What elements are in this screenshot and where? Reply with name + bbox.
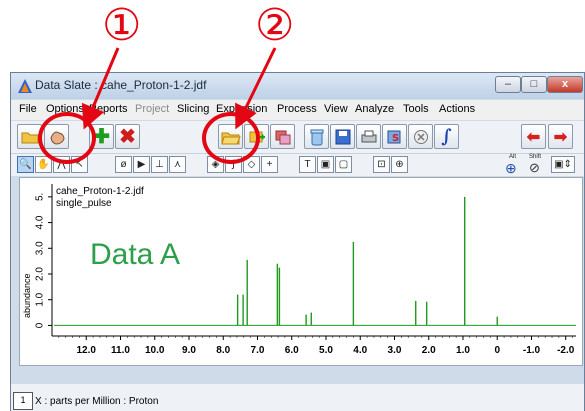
x-tick-label: 4.0 — [353, 345, 367, 356]
plot-pulse-name: single_pulse — [56, 198, 112, 209]
text-icon: T — [304, 159, 311, 170]
plus-small-icon: + — [266, 159, 273, 170]
x-tick-label: 8.0 — [216, 345, 230, 356]
status-axis-label: X : parts per Million : Proton — [35, 396, 159, 407]
baseline-icon: ⊥ — [155, 159, 164, 170]
x-tick-label: 7.0 — [251, 345, 265, 356]
y-tick-label: 5. — [35, 193, 46, 201]
spectrum-plot[interactable]: 12.0 11.0 10.0 9.0 8.0 7.0 6.0 5.0 4.0 3.0 2.0 1.0 0… — [19, 177, 583, 366]
x-tick-label: 5.0 — [319, 345, 333, 356]
x-tick-label: -1.0 — [523, 345, 541, 356]
play-icon: ▶ — [137, 159, 146, 170]
x-tick-label: 9.0 — [182, 345, 196, 356]
peak-pick-icon: ⋏ — [173, 159, 182, 170]
x-tick-label: 0 — [494, 345, 500, 356]
callout-arrow-2 — [235, 47, 277, 130]
x-tick-label: 1.0 — [456, 345, 470, 356]
spectrum-chart: 12.0 11.0 10.0 9.0 8.0 7.0 6.0 5.0 4.0 3.0 2.0 1.0 0… — [22, 184, 576, 356]
x-tick-label: 11.0 — [111, 345, 130, 356]
x-tick-label: 12.0 — [77, 345, 97, 356]
highlight-circle-2 — [202, 112, 260, 164]
fit-icon: ⊡ — [377, 159, 386, 170]
display-mode-icon: ▣⇕ — [554, 159, 572, 170]
x-tick-label: 10.0 — [145, 345, 165, 356]
magnifier-icon: 🔍 — [19, 159, 32, 170]
phi-icon: ø — [120, 159, 127, 170]
shift-zoom-icon[interactable]: ⊘ — [529, 160, 540, 176]
crosshair-icon: ⊕ — [395, 159, 404, 170]
x-tick-label: -2.0 — [557, 345, 575, 356]
highlight-circle-1 — [38, 112, 96, 164]
y-tick-label: 1.0 — [35, 292, 46, 306]
slice-badge-text: 1 — [20, 395, 26, 405]
frame-icon: ▢ — [338, 159, 349, 170]
slice-badge[interactable]: 1 — [13, 392, 33, 410]
data-a-label: Data A — [90, 238, 180, 271]
y-tick-label: 4.0 — [35, 215, 46, 229]
callout-arrow-1 — [81, 47, 120, 130]
hand-small-icon: ✋ — [37, 159, 50, 170]
alt-crosshair-icon[interactable]: ⊕ — [505, 160, 517, 177]
y-axis-label: abundance — [22, 273, 32, 318]
image-icon: ▣ — [320, 159, 331, 170]
plot-filename: cahe_Proton-1-2.jdf — [56, 186, 144, 197]
eraser-icon: ◇ — [247, 159, 256, 170]
x-tick-label: 2.0 — [422, 345, 436, 356]
y-tick-label: 0 — [35, 322, 46, 328]
x-tick-label: 3.0 — [388, 345, 402, 356]
status-bar: 1 X : parts per Million : Proton — [11, 384, 584, 411]
y-tick-label: 2.0 — [35, 267, 46, 281]
y-tick-label: 3.0 — [35, 241, 46, 255]
x-tick-label: 6.0 — [285, 345, 299, 356]
